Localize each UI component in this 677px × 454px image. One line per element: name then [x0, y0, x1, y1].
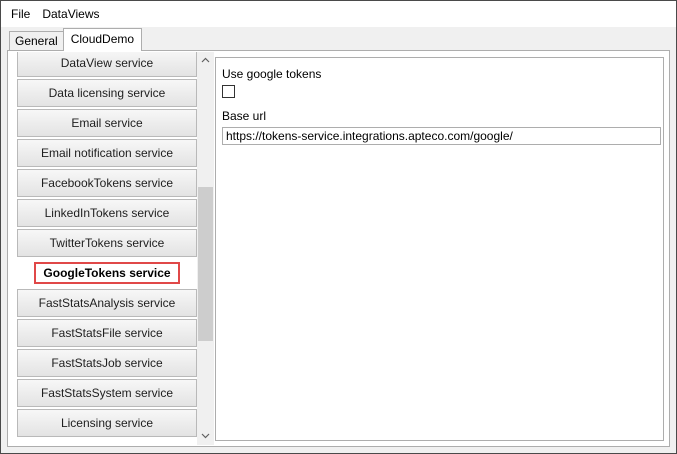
service-button-label: FastStatsJob service [51, 356, 163, 370]
service-button[interactable]: TwitterTokens service [17, 229, 197, 257]
service-button[interactable]: FastStatsJob service [17, 349, 197, 377]
service-button-label: FastStatsSystem service [40, 386, 174, 400]
tab-general[interactable]: General [9, 31, 64, 51]
service-list-content: DataView service Data licensing service Em… [17, 52, 197, 439]
service-button-label: TwitterTokens service [49, 236, 165, 250]
service-button[interactable]: Email service [17, 109, 197, 137]
tab-clouddemo[interactable]: CloudDemo [62, 28, 143, 51]
service-button-label: Email service [71, 116, 143, 130]
service-button[interactable]: DataView service [17, 52, 197, 77]
tab-strip: General CloudDemo [9, 28, 143, 51]
menu-bar: File DataViews [1, 1, 676, 27]
service-button-label: FastStatsAnalysis service [38, 296, 176, 310]
service-button[interactable]: FacebookTokens service [17, 169, 197, 197]
use-google-tokens-checkbox[interactable] [222, 85, 235, 98]
application-window: File DataViews General CloudDemo DataVie… [0, 0, 677, 454]
scrollbar-thumb[interactable] [198, 187, 213, 341]
service-button-label: LinkedInTokens service [44, 206, 170, 220]
service-button[interactable]: Data licensing service [17, 79, 197, 107]
service-list: DataView service Data licensing service Em… [17, 52, 197, 444]
chevron-down-icon[interactable] [197, 428, 214, 445]
chevron-up-icon[interactable] [197, 52, 214, 69]
menu-file[interactable]: File [5, 3, 36, 25]
service-button-label: FastStatsFile service [51, 326, 163, 340]
base-url-input[interactable] [222, 127, 661, 145]
use-google-tokens-label: Use google tokens [222, 67, 322, 81]
service-button-label: DataView service [60, 56, 154, 70]
service-button[interactable]: LinkedInTokens service [17, 199, 197, 227]
service-button-label: GoogleTokens service [34, 262, 180, 284]
service-button-label: Email notification service [40, 146, 174, 160]
service-button[interactable]: FastStatsFile service [17, 319, 197, 347]
service-button-label: Licensing service [60, 416, 154, 430]
service-button[interactable]: Licensing service [17, 409, 197, 437]
service-button[interactable]: Email notification service [17, 139, 197, 167]
service-button[interactable]: FastStatsSystem service [17, 379, 197, 407]
service-list-scrollbar[interactable] [197, 52, 214, 445]
service-button-label: Data licensing service [48, 86, 166, 100]
clouddemo-tab-page: DataView service Data licensing service Em… [7, 50, 670, 447]
service-button[interactable]: FastStatsAnalysis service [17, 289, 197, 317]
base-url-label: Base url [222, 109, 267, 123]
service-button[interactable]: GoogleTokens service [17, 259, 197, 287]
service-settings-panel: Use google tokens Base url [215, 57, 664, 441]
menu-dataviews[interactable]: DataViews [36, 3, 105, 25]
service-button-label: FacebookTokens service [40, 176, 174, 190]
